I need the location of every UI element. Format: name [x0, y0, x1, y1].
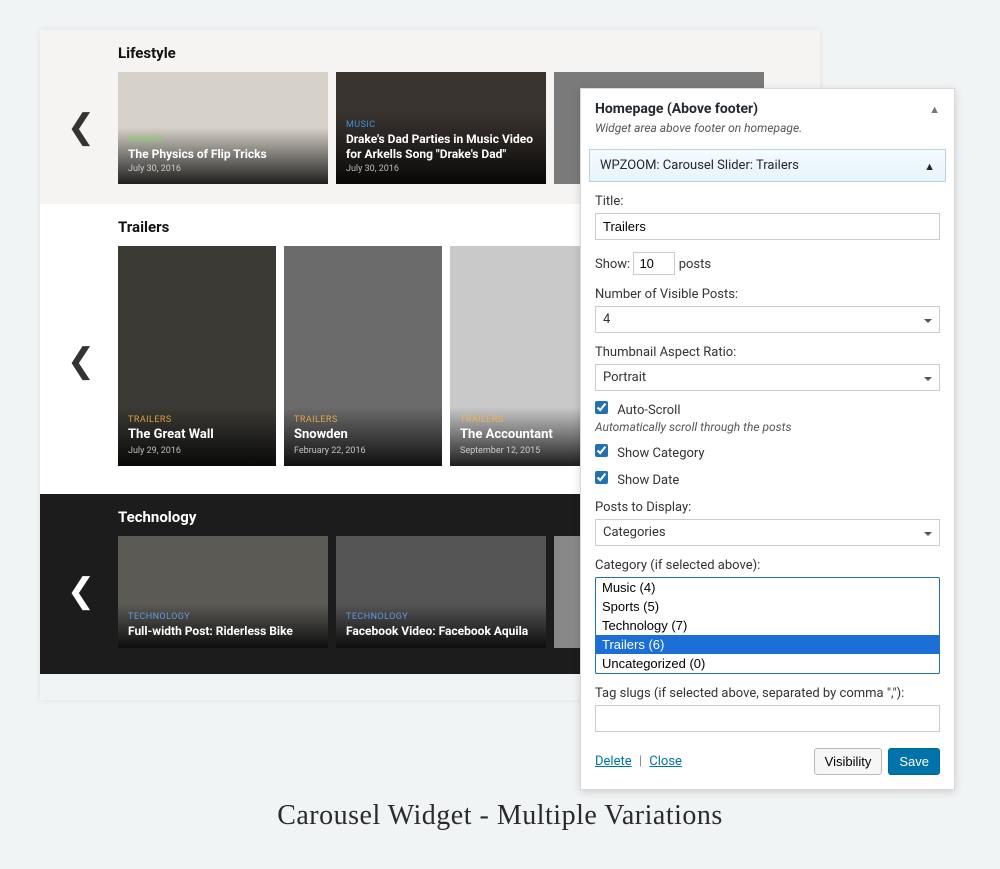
card-date: July 29, 2016: [128, 446, 266, 456]
carousel-card[interactable]: TECHNOLOGY Full-width Post: Riderless Bi…: [118, 536, 328, 648]
tag-slugs-label: Tag slugs (if selected above, separated …: [595, 686, 940, 701]
category-listbox[interactable]: Music (4) Sports (5) Technology (7) Trai…: [595, 577, 940, 674]
card-category: TECHNOLOGY: [128, 612, 318, 622]
card-category: TRAILERS: [460, 415, 598, 425]
carousel-card[interactable]: TRAILERS The Great Wall July 29, 2016: [118, 246, 276, 466]
visibility-button[interactable]: Visibility: [814, 748, 883, 775]
category-option: Sports (5): [596, 597, 939, 616]
show-label: Show:: [595, 257, 630, 272]
auto-scroll-checkbox[interactable]: Auto-Scroll: [595, 403, 680, 418]
visible-posts-label: Number of Visible Posts:: [595, 287, 940, 302]
collapse-icon: ▲: [924, 160, 935, 173]
card-title: Snowden: [294, 427, 432, 443]
widget-name-prefix: WPZOOM: Carousel Slider:: [600, 158, 753, 173]
show-count-input[interactable]: [633, 252, 675, 275]
card-category: TRAILERS: [294, 415, 432, 425]
category-option: Uncategorized (0): [596, 654, 939, 673]
carousel-prev-icon[interactable]: ❮: [66, 107, 96, 147]
show-category-checkbox[interactable]: Show Category: [595, 446, 705, 461]
carousel-card[interactable]: TECHNOLOGY Facebook Video: Facebook Aqui…: [336, 536, 546, 648]
tag-slugs-input[interactable]: [595, 705, 940, 732]
aspect-ratio-label: Thumbnail Aspect Ratio:: [595, 345, 940, 360]
save-button[interactable]: Save: [888, 748, 940, 775]
carousel-prev-icon[interactable]: ❮: [66, 571, 96, 611]
category-option: Trailers (6): [596, 635, 939, 654]
card-title: The Accountant: [460, 427, 598, 443]
card-category: TECHNOLOGY: [346, 612, 536, 622]
widget-panel: Homepage (Above footer) ▲ Widget area ab…: [580, 88, 955, 790]
delete-link[interactable]: Delete: [595, 754, 632, 769]
card-title: Full-width Post: Riderless Bike: [128, 624, 318, 638]
show-date-checkbox[interactable]: Show Date: [595, 473, 679, 488]
card-date: July 30, 2016: [346, 164, 536, 174]
card-category: MUSIC: [346, 120, 536, 130]
carousel-card[interactable]: MUSIC Drake's Dad Parties in Music Video…: [336, 72, 546, 184]
aspect-ratio-select[interactable]: Portrait: [595, 364, 940, 391]
posts-to-display-label: Posts to Display:: [595, 500, 940, 515]
card-category: SPORTS: [128, 135, 318, 145]
title-input[interactable]: [595, 213, 940, 240]
carousel-prev-icon[interactable]: ❮: [66, 341, 96, 381]
card-title: Facebook Video: Facebook Aquila: [346, 624, 536, 638]
figure-caption: Carousel Widget - Multiple Variations: [0, 800, 1000, 832]
card-title: Drake's Dad Parties in Music Video for A…: [346, 132, 536, 161]
collapse-icon[interactable]: ▲: [929, 103, 940, 116]
widget-name-value: Trailers: [756, 158, 799, 173]
category-option: Music (4): [596, 578, 939, 597]
widget-area-title: Homepage (Above footer): [595, 101, 940, 117]
widget-instance-header[interactable]: WPZOOM: Carousel Slider: Trailers ▲: [589, 149, 946, 182]
category-listbox-label: Category (if selected above):: [595, 558, 940, 573]
card-date: September 12, 2015: [460, 446, 598, 456]
title-label: Title:: [595, 194, 940, 209]
card-date: July 30, 2016: [128, 164, 318, 174]
card-title: The Physics of Flip Tricks: [128, 147, 318, 161]
section-title-lifestyle: Lifestyle: [40, 44, 820, 72]
show-suffix: posts: [679, 257, 711, 272]
card-title: The Great Wall: [128, 427, 266, 443]
carousel-card[interactable]: TRAILERS Snowden February 22, 2016: [284, 246, 442, 466]
visible-posts-select[interactable]: 4: [595, 306, 940, 333]
category-option: Technology (7): [596, 616, 939, 635]
close-link[interactable]: Close: [649, 754, 682, 769]
auto-scroll-hint: Automatically scroll through the posts: [595, 420, 940, 434]
carousel-card[interactable]: SPORTS The Physics of Flip Tricks July 3…: [118, 72, 328, 184]
posts-to-display-select[interactable]: Categories: [595, 519, 940, 546]
widget-area-description: Widget area above footer on homepage.: [595, 121, 940, 135]
card-category: TRAILERS: [128, 415, 266, 425]
card-date: February 22, 2016: [294, 446, 432, 456]
